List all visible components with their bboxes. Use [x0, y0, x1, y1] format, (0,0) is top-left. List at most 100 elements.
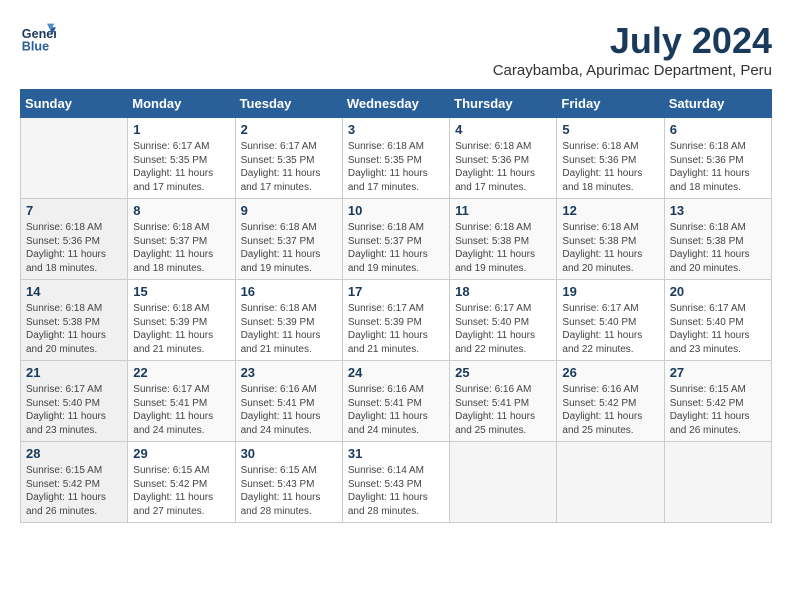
day-info: Sunrise: 6:18 AMSunset: 5:36 PMDaylight:… — [26, 221, 122, 275]
weekday-header-saturday: Saturday — [664, 90, 771, 118]
calendar-cell: 8 Sunrise: 6:18 AMSunset: 5:37 PMDaylight… — [128, 199, 235, 280]
calendar-cell: 20 Sunrise: 6:17 AMSunset: 5:40 PMDayligh… — [664, 280, 771, 361]
calendar-cell: 19 Sunrise: 6:17 AMSunset: 5:40 PMDayligh… — [557, 280, 664, 361]
calendar-cell: 25 Sunrise: 6:16 AMSunset: 5:41 PMDayligh… — [450, 361, 557, 442]
calendar-cell: 3 Sunrise: 6:18 AMSunset: 5:35 PMDaylight… — [342, 118, 449, 199]
day-number: 4 — [455, 122, 551, 137]
calendar-cell: 4Sunrise: 6:18 AMSunset: 5:36 PMDaylight… — [450, 118, 557, 199]
day-number: 9 — [241, 203, 337, 218]
day-info: Sunrise: 6:18 AMSunset: 5:38 PMDaylight:… — [455, 221, 551, 275]
calendar-cell: 30 Sunrise: 6:15 AMSunset: 5:43 PMDayligh… — [235, 442, 342, 523]
calendar-week-5: 28 Sunrise: 6:15 AMSunset: 5:42 PMDayligh… — [21, 442, 772, 523]
calendar-cell: 26 Sunrise: 6:16 AMSunset: 5:42 PMDayligh… — [557, 361, 664, 442]
calendar-cell: 27 Sunrise: 6:15 AMSunset: 5:42 PMDayligh… — [664, 361, 771, 442]
day-info: Sunrise: 6:18 AMSunset: 5:38 PMDaylight:… — [26, 302, 122, 356]
day-info: Sunrise: 6:18 AMSunset: 5:39 PMDaylight:… — [241, 302, 337, 356]
location-subtitle: Caraybamba, Apurimac Department, Peru — [493, 62, 772, 79]
day-info: Sunrise: 6:18 AMSunset: 5:37 PMDaylight:… — [133, 221, 229, 275]
day-number: 16 — [241, 284, 337, 299]
day-info: Sunrise: 6:15 AMSunset: 5:42 PMDaylight:… — [670, 383, 766, 437]
calendar-cell: 15 Sunrise: 6:18 AMSunset: 5:39 PMDayligh… — [128, 280, 235, 361]
day-info: Sunrise: 6:18 AMSunset: 5:37 PMDaylight:… — [348, 221, 444, 275]
calendar-week-4: 21 Sunrise: 6:17 AMSunset: 5:40 PMDayligh… — [21, 361, 772, 442]
day-number: 5 — [562, 122, 658, 137]
day-info: Sunrise: 6:15 AMSunset: 5:42 PMDaylight:… — [133, 464, 229, 518]
calendar-cell: 29 Sunrise: 6:15 AMSunset: 5:42 PMDayligh… — [128, 442, 235, 523]
calendar-cell: 9 Sunrise: 6:18 AMSunset: 5:37 PMDaylight… — [235, 199, 342, 280]
calendar-cell: 23Sunrise: 6:16 AMSunset: 5:41 PMDayligh… — [235, 361, 342, 442]
day-info: Sunrise: 6:18 AMSunset: 5:36 PMDaylight:… — [670, 140, 766, 194]
calendar-cell: 24 Sunrise: 6:16 AMSunset: 5:41 PMDayligh… — [342, 361, 449, 442]
day-number: 13 — [670, 203, 766, 218]
day-info: Sunrise: 6:17 AMSunset: 5:41 PMDaylight:… — [133, 383, 229, 437]
weekday-header-wednesday: Wednesday — [342, 90, 449, 118]
day-info: Sunrise: 6:16 AMSunset: 5:42 PMDaylight:… — [562, 383, 658, 437]
general-blue-logo-icon: General Blue — [20, 20, 56, 56]
day-info: Sunrise: 6:17 AMSunset: 5:35 PMDaylight:… — [241, 140, 337, 194]
day-number: 7 — [26, 203, 122, 218]
calendar-week-2: 7 Sunrise: 6:18 AMSunset: 5:36 PMDaylight… — [21, 199, 772, 280]
day-number: 1 — [133, 122, 229, 137]
day-info: Sunrise: 6:16 AMSunset: 5:41 PMDaylight:… — [348, 383, 444, 437]
day-number: 28 — [26, 446, 122, 461]
calendar-cell: 31 Sunrise: 6:14 AMSunset: 5:43 PMDayligh… — [342, 442, 449, 523]
weekday-header-tuesday: Tuesday — [235, 90, 342, 118]
day-number: 20 — [670, 284, 766, 299]
day-number: 21 — [26, 365, 122, 380]
day-info: Sunrise: 6:17 AMSunset: 5:40 PMDaylight:… — [562, 302, 658, 356]
calendar-cell: 21 Sunrise: 6:17 AMSunset: 5:40 PMDayligh… — [21, 361, 128, 442]
calendar-cell: 22Sunrise: 6:17 AMSunset: 5:41 PMDayligh… — [128, 361, 235, 442]
calendar-cell — [450, 442, 557, 523]
day-number: 27 — [670, 365, 766, 380]
calendar-cell: 14Sunrise: 6:18 AMSunset: 5:38 PMDayligh… — [21, 280, 128, 361]
calendar-cell: 5 Sunrise: 6:18 AMSunset: 5:36 PMDaylight… — [557, 118, 664, 199]
calendar-cell: 11Sunrise: 6:18 AMSunset: 5:38 PMDayligh… — [450, 199, 557, 280]
calendar-cell: 17 Sunrise: 6:17 AMSunset: 5:39 PMDayligh… — [342, 280, 449, 361]
day-info: Sunrise: 6:17 AMSunset: 5:35 PMDaylight:… — [133, 140, 229, 194]
day-number: 25 — [455, 365, 551, 380]
day-number: 3 — [348, 122, 444, 137]
weekday-header-thursday: Thursday — [450, 90, 557, 118]
day-number: 24 — [348, 365, 444, 380]
day-info: Sunrise: 6:16 AMSunset: 5:41 PMDaylight:… — [241, 383, 337, 437]
day-info: Sunrise: 6:14 AMSunset: 5:43 PMDaylight:… — [348, 464, 444, 518]
calendar-table: SundayMondayTuesdayWednesdayThursdayFrid… — [20, 89, 772, 523]
day-info: Sunrise: 6:16 AMSunset: 5:41 PMDaylight:… — [455, 383, 551, 437]
day-number: 10 — [348, 203, 444, 218]
day-number: 31 — [348, 446, 444, 461]
calendar-cell: 1 Sunrise: 6:17 AMSunset: 5:35 PMDaylight… — [128, 118, 235, 199]
day-info: Sunrise: 6:17 AMSunset: 5:40 PMDaylight:… — [455, 302, 551, 356]
calendar-week-1: 1 Sunrise: 6:17 AMSunset: 5:35 PMDaylight… — [21, 118, 772, 199]
day-info: Sunrise: 6:17 AMSunset: 5:40 PMDaylight:… — [670, 302, 766, 356]
calendar-cell: 18 Sunrise: 6:17 AMSunset: 5:40 PMDayligh… — [450, 280, 557, 361]
weekday-header-friday: Friday — [557, 90, 664, 118]
calendar-week-3: 14Sunrise: 6:18 AMSunset: 5:38 PMDayligh… — [21, 280, 772, 361]
day-info: Sunrise: 6:18 AMSunset: 5:35 PMDaylight:… — [348, 140, 444, 194]
day-info: Sunrise: 6:18 AMSunset: 5:37 PMDaylight:… — [241, 221, 337, 275]
month-year-title: July 2024 — [493, 20, 772, 62]
day-info: Sunrise: 6:18 AMSunset: 5:39 PMDaylight:… — [133, 302, 229, 356]
calendar-cell: 10 Sunrise: 6:18 AMSunset: 5:37 PMDayligh… — [342, 199, 449, 280]
day-number: 8 — [133, 203, 229, 218]
weekday-header-monday: Monday — [128, 90, 235, 118]
day-number: 12 — [562, 203, 658, 218]
weekday-header-sunday: Sunday — [21, 90, 128, 118]
calendar-cell — [557, 442, 664, 523]
day-number: 26 — [562, 365, 658, 380]
calendar-cell: 6Sunrise: 6:18 AMSunset: 5:36 PMDaylight… — [664, 118, 771, 199]
calendar-cell: 2 Sunrise: 6:17 AMSunset: 5:35 PMDaylight… — [235, 118, 342, 199]
day-info: Sunrise: 6:18 AMSunset: 5:38 PMDaylight:… — [562, 221, 658, 275]
svg-text:Blue: Blue — [22, 40, 49, 54]
day-info: Sunrise: 6:17 AMSunset: 5:39 PMDaylight:… — [348, 302, 444, 356]
day-number: 29 — [133, 446, 229, 461]
day-number: 30 — [241, 446, 337, 461]
day-number: 2 — [241, 122, 337, 137]
logo: General Blue — [20, 20, 56, 56]
day-info: Sunrise: 6:18 AMSunset: 5:36 PMDaylight:… — [562, 140, 658, 194]
day-number: 18 — [455, 284, 551, 299]
day-number: 17 — [348, 284, 444, 299]
day-number: 15 — [133, 284, 229, 299]
day-info: Sunrise: 6:15 AMSunset: 5:43 PMDaylight:… — [241, 464, 337, 518]
day-info: Sunrise: 6:17 AMSunset: 5:40 PMDaylight:… — [26, 383, 122, 437]
day-number: 19 — [562, 284, 658, 299]
